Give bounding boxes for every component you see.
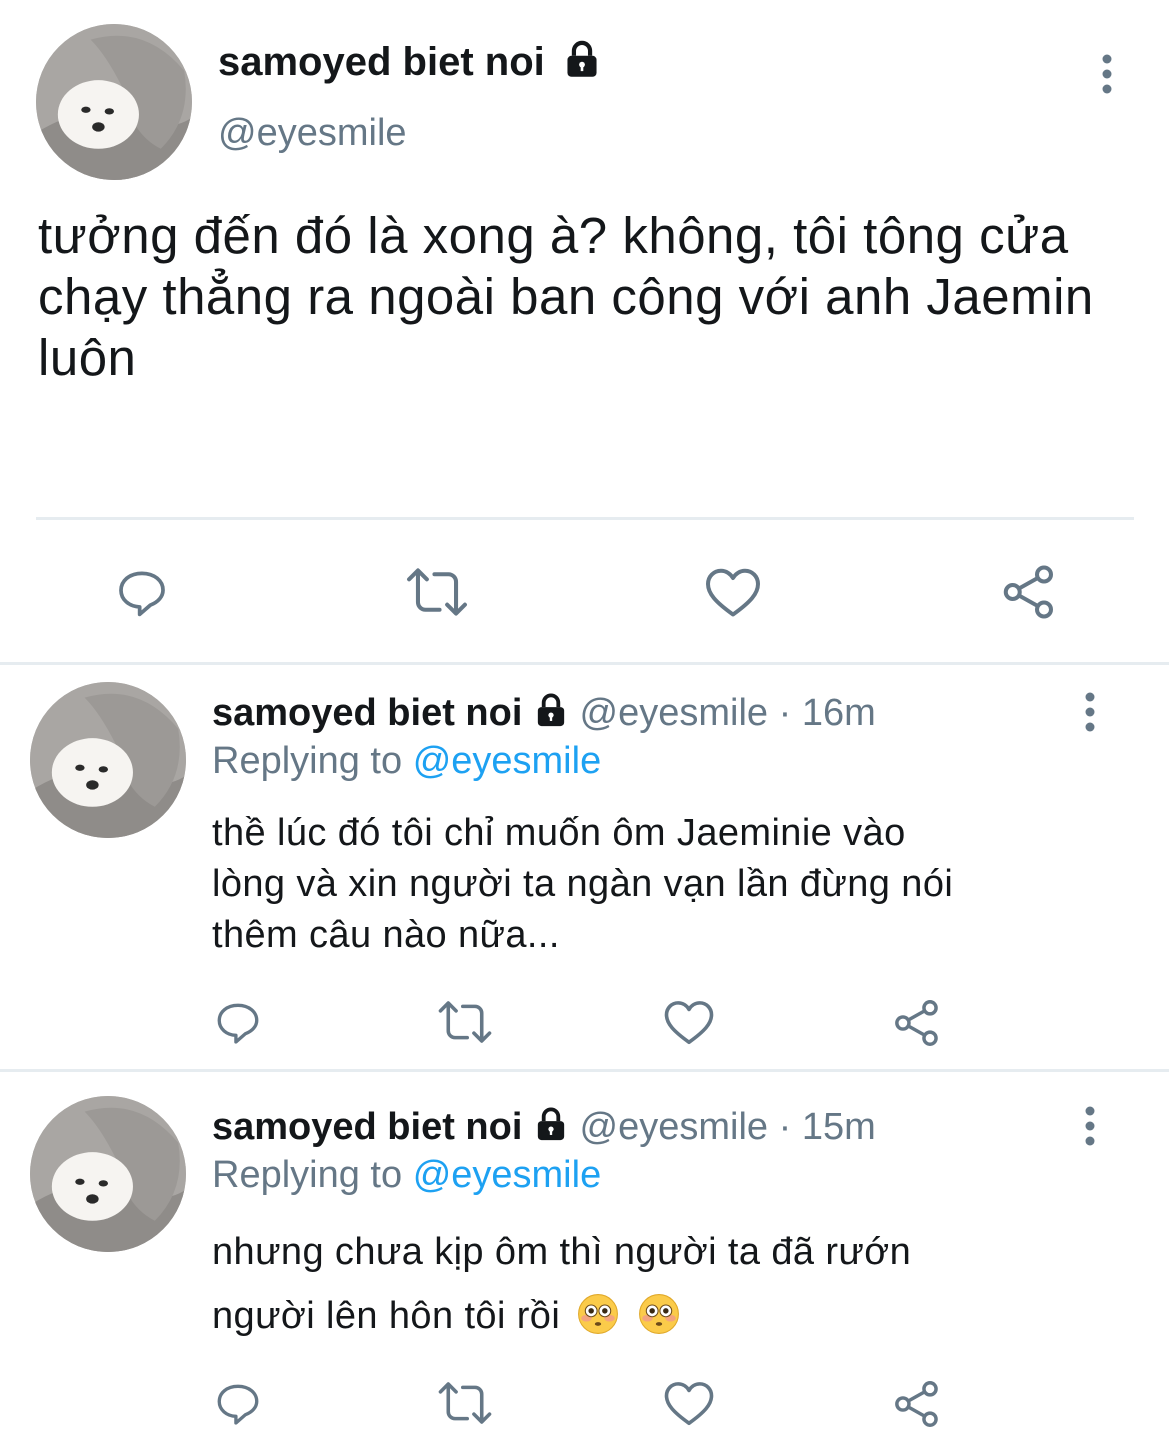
- retweet-icon: [438, 1001, 492, 1043]
- author-name[interactable]: samoyed biet noi: [212, 1106, 522, 1148]
- reply-icon: [217, 1003, 259, 1044]
- divider: [36, 517, 1134, 520]
- timestamp[interactable]: · 15m: [779, 1106, 876, 1148]
- lock-icon: [567, 41, 597, 78]
- author-handle[interactable]: @eyesmile: [580, 1106, 769, 1148]
- share-icon: [895, 1000, 938, 1046]
- reply-button[interactable]: [210, 1376, 266, 1430]
- author-name[interactable]: samoyed biet noi: [218, 40, 602, 85]
- timestamp[interactable]: · 16m: [779, 692, 876, 734]
- reply-button[interactable]: [110, 560, 174, 624]
- avatar[interactable]: [30, 1096, 186, 1252]
- share-icon: [895, 1381, 938, 1427]
- reply-header: samoyed biet noi @eyesmile · 16m: [212, 692, 876, 735]
- share-button[interactable]: [888, 1376, 946, 1432]
- more-options-icon[interactable]: [1079, 1104, 1101, 1148]
- divider: [0, 662, 1169, 665]
- replying-to: Replying to @eyesmile: [212, 1154, 602, 1196]
- flushed-face-emoji-icon: [639, 1294, 680, 1334]
- tweet-text: tưởng đến đó là xong à? không, tôi tông …: [38, 207, 1094, 386]
- retweet-button[interactable]: [434, 1376, 496, 1430]
- author-name[interactable]: samoyed biet noi: [212, 692, 522, 734]
- divider: [0, 1069, 1169, 1072]
- reply-icon: [217, 1384, 259, 1425]
- reply-header: samoyed biet noi @eyesmile · 15m: [212, 1106, 876, 1149]
- lock-icon: [537, 693, 565, 727]
- retweet-button[interactable]: [434, 995, 496, 1049]
- reply-text: thề lúc đó tôi chỉ muốn ôm Jaeminie vào …: [212, 812, 954, 956]
- mention-link[interactable]: @eyesmile: [413, 740, 602, 782]
- heart-icon: [664, 1001, 714, 1045]
- heart-icon: [706, 568, 760, 617]
- heart-icon: [664, 1382, 714, 1426]
- more-options-icon[interactable]: [1096, 52, 1118, 96]
- mention-link[interactable]: @eyesmile: [413, 1154, 602, 1196]
- lock-icon: [537, 1107, 565, 1141]
- like-button[interactable]: [700, 560, 766, 624]
- flushed-face-emoji-icon: [578, 1294, 619, 1334]
- retweet-icon: [407, 568, 467, 616]
- author-handle[interactable]: @eyesmile: [218, 112, 407, 155]
- share-button[interactable]: [888, 995, 946, 1051]
- reply-icon: [119, 571, 165, 617]
- retweet-icon: [438, 1382, 492, 1424]
- share-icon: [1003, 565, 1053, 619]
- share-button[interactable]: [996, 560, 1062, 624]
- like-button[interactable]: [660, 995, 718, 1049]
- retweet-button[interactable]: [402, 560, 472, 624]
- reply-text: nhưng chưa kịp ôm thì người ta đã rướn n…: [212, 1231, 912, 1337]
- avatar[interactable]: [36, 24, 192, 180]
- like-button[interactable]: [660, 1376, 718, 1430]
- avatar[interactable]: [30, 682, 186, 838]
- replying-to: Replying to @eyesmile: [212, 740, 602, 782]
- reply-button[interactable]: [210, 995, 266, 1049]
- more-options-icon[interactable]: [1079, 690, 1101, 734]
- author-handle[interactable]: @eyesmile: [580, 692, 769, 734]
